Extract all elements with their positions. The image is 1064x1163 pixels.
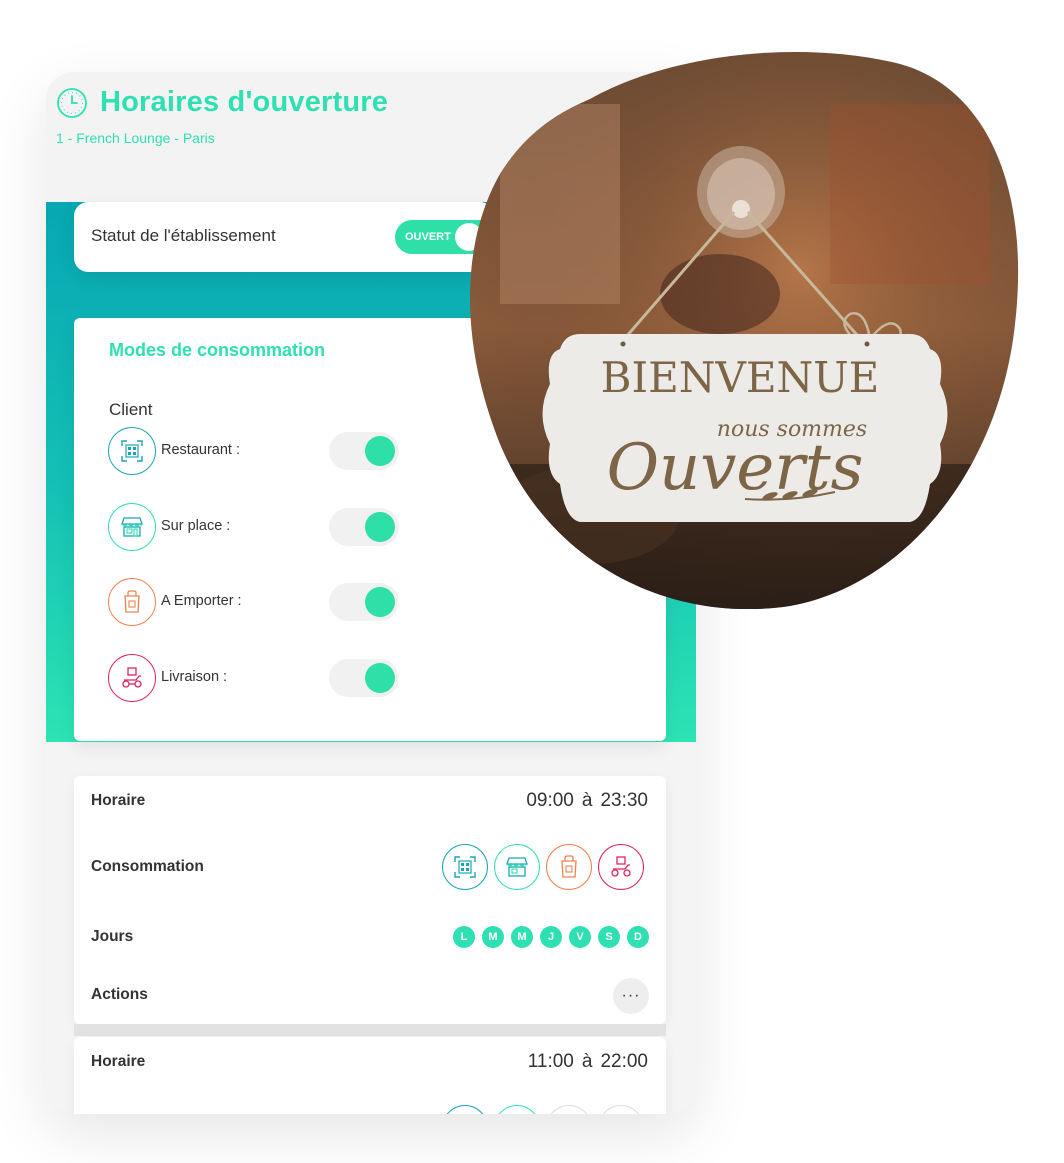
horaire-label: Horaire xyxy=(91,792,146,809)
mode-label-livraison: Livraison : xyxy=(161,669,228,685)
storefront-icon xyxy=(108,503,156,551)
toggle-knob xyxy=(365,512,395,542)
modes-title: Modes de consommation xyxy=(109,340,326,360)
time-separator: à xyxy=(581,790,593,811)
takeaway-bag-icon xyxy=(108,578,156,626)
day-monday[interactable]: L xyxy=(453,926,475,948)
storefront-icon xyxy=(494,844,540,890)
restaurant-qr-icon xyxy=(442,844,488,890)
status-card: Statut de l'établissement OUVERT xyxy=(74,202,505,272)
toggle-knob xyxy=(365,587,395,617)
day-sunday[interactable]: D xyxy=(627,926,649,948)
day-friday[interactable]: V xyxy=(569,926,591,948)
delivery-scooter-icon xyxy=(108,654,156,702)
takeaway-bag-icon xyxy=(546,1105,592,1114)
toggle-knob xyxy=(365,663,395,693)
takeaway-bag-icon xyxy=(546,844,592,890)
consommation-icons xyxy=(442,844,644,890)
schedule-time[interactable]: 11:00 à 22:00 xyxy=(528,1051,648,1073)
toggle-sur-place[interactable] xyxy=(329,508,399,546)
start-time: 09:00 xyxy=(526,790,574,811)
open-sign-photo: BIENVENUE nous sommes Ouverts xyxy=(470,51,1019,609)
schedule-card: Horaire 09:00 à 23:30 Consommation Jours… xyxy=(74,776,666,1024)
day-wednesday[interactable]: M xyxy=(511,926,533,948)
actions-label: Actions xyxy=(91,986,148,1003)
card-divider xyxy=(74,1024,666,1036)
jours-label: Jours xyxy=(91,928,134,945)
time-separator: à xyxy=(581,1051,593,1072)
day-tuesday[interactable]: M xyxy=(482,926,504,948)
mode-label-sur-place: Sur place : xyxy=(161,518,231,534)
client-group-label: Client xyxy=(109,400,153,419)
start-time: 11:00 xyxy=(527,1051,574,1072)
schedule-time[interactable]: 09:00 à 23:30 xyxy=(526,790,648,812)
toggle-emporter[interactable] xyxy=(329,583,399,621)
toggle-knob xyxy=(365,436,395,466)
status-toggle-label: OUVERT xyxy=(405,231,451,243)
delivery-scooter-icon xyxy=(598,1105,644,1114)
end-time: 22:00 xyxy=(600,1051,648,1072)
mode-row-sur-place: Sur place : xyxy=(108,503,408,551)
delivery-scooter-icon xyxy=(598,844,644,890)
restaurant-qr-icon xyxy=(442,1105,488,1114)
mode-row-emporter: A Emporter : xyxy=(108,578,408,626)
end-time: 23:30 xyxy=(600,790,648,811)
consommation-label: Consommation xyxy=(91,858,204,875)
horaire-label: Horaire xyxy=(91,1053,146,1070)
schedule-card: Horaire 11:00 à 22:00 xyxy=(74,1037,666,1114)
title-row: Horaires d'ouverture xyxy=(56,86,388,119)
toggle-livraison[interactable] xyxy=(329,659,399,697)
establishment-subtitle[interactable]: 1 - French Lounge - Paris xyxy=(56,130,215,146)
clock-icon xyxy=(57,87,87,118)
day-thursday[interactable]: J xyxy=(540,926,562,948)
consommation-icons xyxy=(442,1105,644,1114)
storefront-icon xyxy=(494,1105,540,1114)
mode-row-livraison: Livraison : xyxy=(108,654,408,702)
mode-label-emporter: A Emporter : xyxy=(161,593,242,609)
sign-line-1: BIENVENUE xyxy=(601,353,880,402)
more-actions-button[interactable]: ··· xyxy=(613,978,649,1014)
status-label: Statut de l'établissement xyxy=(91,226,276,245)
mode-label-restaurant: Restaurant : xyxy=(161,442,240,458)
page-title: Horaires d'ouverture xyxy=(100,86,389,118)
days-list: L M M J V S D xyxy=(453,926,649,948)
toggle-restaurant[interactable] xyxy=(329,432,399,470)
mode-row-restaurant: Restaurant : xyxy=(108,427,408,475)
day-saturday[interactable]: S xyxy=(598,926,620,948)
restaurant-qr-icon xyxy=(108,427,156,475)
